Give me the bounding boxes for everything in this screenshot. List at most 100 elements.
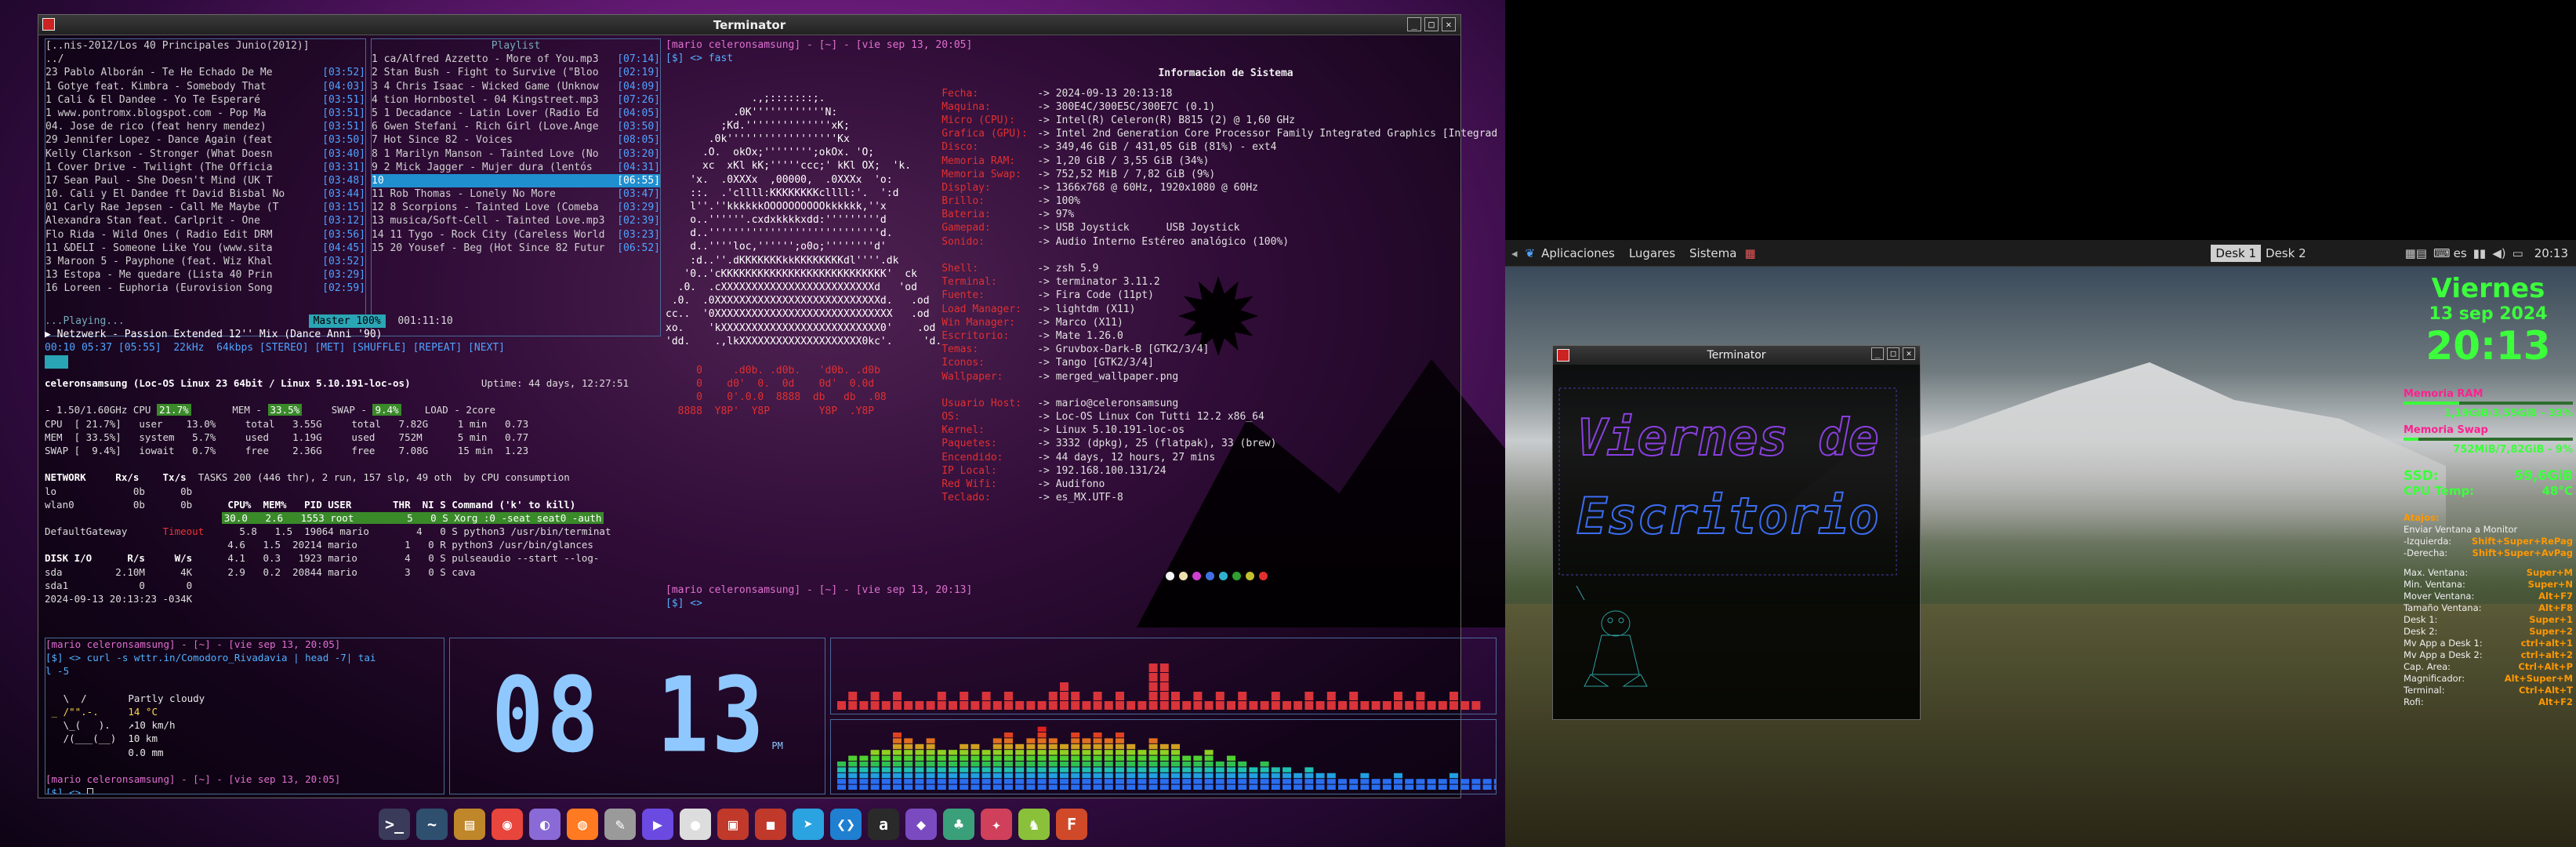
- process-row[interactable]: 4.6 1.5 20214 mario 1 0 R python3 /usr/b…: [222, 539, 593, 551]
- file-duration: [03:51]: [322, 93, 365, 106]
- file-duration: [03:51]: [322, 107, 365, 119]
- playlist-item[interactable]: [04:09] 3 4 Chris Isaac - Wicked Game (Un…: [372, 80, 660, 93]
- minimize-button[interactable]: _: [1407, 17, 1421, 31]
- playlist-item[interactable]: [03:47] 11 Rob Thomas - Lonely No More: [372, 187, 660, 201]
- cursor: [86, 787, 93, 794]
- playlist-item[interactable]: [07:14] 1 ca/Alfred Azzetto - More of You…: [372, 53, 660, 66]
- playlist-item[interactable]: [03:29] 12 8 Scorpions - Tainted Love (Co…: [372, 201, 660, 214]
- shell-prompt: [mario celeronsamsung] - [~] - [vie sep …: [45, 638, 341, 650]
- file-list-item[interactable]: [02:59] 16 Loreen - Euphoria (Eurovision …: [45, 282, 365, 295]
- terminal-icon[interactable]: >_: [379, 809, 410, 840]
- keyboard-icon[interactable]: ⌨: [2433, 246, 2451, 260]
- window-titlebar[interactable]: Terminator _ □ ✕: [1553, 346, 1920, 365]
- progress-bar[interactable]: [45, 354, 68, 369]
- terminator-window-secondary[interactable]: Terminator _ □ ✕ Viernes de Escritorio: [1552, 345, 1921, 720]
- menu-aplicaciones[interactable]: Aplicaciones: [1541, 246, 1615, 260]
- playlist-item[interactable]: [04:31] 9 2 Mick Jagger - Mujer dura (len…: [372, 161, 660, 174]
- system-monitor-icon[interactable]: ~: [416, 809, 448, 840]
- telegram-icon[interactable]: ➤: [793, 809, 824, 840]
- shortcut-row: Mv App a Desk 1: ctrl+alt+1: [2404, 638, 2573, 649]
- window-titlebar[interactable]: Terminator _ □ ✕: [38, 15, 1460, 35]
- webcam-icon[interactable]: ●: [680, 809, 711, 840]
- close-button[interactable]: ✕: [1903, 347, 1915, 360]
- file-list-item[interactable]: [03:51] 1 www.pontromx.blogspot.com - Pop…: [45, 107, 365, 120]
- archive-icon[interactable]: ▣: [717, 809, 749, 840]
- playlist-item[interactable]: [08:05] 7 Hot Since 82 - Voices: [372, 133, 660, 147]
- close-button[interactable]: ✕: [1442, 17, 1456, 31]
- amazon-icon[interactable]: a: [868, 809, 899, 840]
- playlist-item[interactable]: [02:39] 13 musica/Soft-Cell - Tainted Lov…: [372, 214, 660, 227]
- terminator-window-main[interactable]: Terminator _ □ ✕ [..nis-2012/Los 40 Prin…: [38, 14, 1497, 798]
- maximize-button[interactable]: □: [1887, 347, 1899, 360]
- panel-arrow-icon[interactable]: ◂: [1511, 246, 1518, 260]
- file-list-item[interactable]: [03:51] 1 Cali & El Dandee - Yo Te Espera…: [45, 93, 365, 107]
- file-list-item[interactable]: [03:40] Kelly Clarkson - Stronger (What D…: [45, 147, 365, 161]
- playlist-item[interactable]: [03:50] 6 Gwen Stefani - Rich Girl (Love.…: [372, 120, 660, 133]
- cava-bar-segment: [1071, 784, 1080, 790]
- menu-sistema[interactable]: Sistema: [1689, 246, 1736, 260]
- menu-logo-icon[interactable]: ❦: [1526, 246, 1536, 260]
- workspace-desk-2[interactable]: Desk 2: [2261, 245, 2311, 262]
- screen-recorder-icon[interactable]: ◼: [755, 809, 786, 840]
- cat-app-icon[interactable]: ♞: [1018, 809, 1050, 840]
- playlist-pane[interactable]: Playlist [07:14] 1 ca/Alfred Azzetto - Mo…: [371, 38, 661, 336]
- chrome-icon[interactable]: ◉: [492, 809, 523, 840]
- cava-bar-segment: [1449, 779, 1458, 784]
- process-row[interactable]: 2.9 0.2 20844 mario 3 0 S cava: [222, 566, 475, 578]
- terminator-app-icon: [1557, 349, 1569, 362]
- cava-bar-segment: [1004, 750, 1013, 755]
- menu-lugares[interactable]: Lugares: [1629, 246, 1675, 260]
- file-list-item[interactable]: [03:15] 01 Carly Rae Jepsen - Call Me May…: [45, 201, 365, 214]
- notes-icon[interactable]: ▤: [454, 809, 485, 840]
- calendar-launcher-icon[interactable]: ▦: [1744, 246, 1755, 260]
- volume-icon[interactable]: ◀): [2492, 246, 2505, 260]
- process-row[interactable]: 4.1 0.3 1923 mario 4 0 S pulseaudio --st…: [222, 552, 599, 564]
- browser-icon[interactable]: ◐: [529, 809, 561, 840]
- firefox-icon[interactable]: ◍: [567, 809, 598, 840]
- master-volume[interactable]: Master 100%: [308, 314, 386, 329]
- file-list-item[interactable]: [03:50] 29 Jennifer Lopez - Dance Again (…: [45, 133, 365, 147]
- cava-bar-segment: [848, 755, 858, 761]
- maximize-button[interactable]: □: [1424, 17, 1439, 31]
- playlist-item[interactable]: [06:52] 15 20 Yousef - Beg (Hot Since 82 …: [372, 242, 660, 255]
- office-icon[interactable]: F: [1056, 809, 1087, 840]
- playlist-item[interactable]: [06:55] 10: [372, 173, 660, 188]
- media-player-icon[interactable]: ▶: [642, 809, 673, 840]
- playlist-item[interactable]: [02:19] 2 Stan Bush - Fight to Survive ("…: [372, 66, 660, 79]
- file-list-item[interactable]: [03:52] 23 Pablo Alborán - Te He Echado D…: [45, 66, 365, 79]
- shortcut-action: Enviar Ventana a Monitor: [2404, 524, 2518, 535]
- keyboard-layout[interactable]: es: [2454, 246, 2467, 260]
- file-list-item[interactable]: [03:31] 1 Cover Drive - Twilight (The Off…: [45, 161, 365, 174]
- playlist-item[interactable]: [03:20] 8 1 Marilyn Manson - Tainted Love…: [372, 147, 660, 161]
- file-list-item[interactable]: [04:45] 11 &DELI - Someone Like You (www.…: [45, 242, 365, 255]
- file-list-item[interactable]: [03:48] 17 Sean Paul - She Doesn't Mind (…: [45, 174, 365, 187]
- tray-window-list-icon[interactable]: ▦▤: [2405, 246, 2427, 260]
- file-list-item[interactable]: [03:44] 10. Cali y El Dandee ft David Bis…: [45, 187, 365, 201]
- music-file-browser-pane[interactable]: [..nis-2012/Los 40 Principales Junio(201…: [45, 38, 366, 336]
- minimize-button[interactable]: _: [1871, 347, 1884, 360]
- shortcut-row: Max. Ventana: Super+M: [2404, 567, 2573, 579]
- game-icon[interactable]: ♣: [943, 809, 974, 840]
- workspace-desk-1[interactable]: Desk 1: [2211, 244, 2262, 262]
- file-list-item[interactable]: [03:29] 13 Estopa - Me quedare (Lista 40 …: [45, 268, 365, 282]
- file-list-item[interactable]: [04:03] 1 Gotye feat. Kimbra - Somebody T…: [45, 80, 365, 93]
- battery-icon[interactable]: ▭: [2513, 246, 2523, 260]
- gem-icon[interactable]: ✦: [981, 809, 1012, 840]
- playlist-item[interactable]: [07:26] 4 tion Hornbostel - 04 Kingstreet…: [372, 93, 660, 107]
- text-editor-icon[interactable]: ✎: [604, 809, 636, 840]
- file-list-item[interactable]: [03:12] Alexandra Stan feat. Carlprit - O…: [45, 214, 365, 227]
- playlist-item[interactable]: [04:05] 5 1 Decadance - Latin Lover (Radi…: [372, 107, 660, 120]
- shell-input[interactable]: [$] <>: [666, 597, 972, 610]
- playlist-item[interactable]: [03:23] 14 11 Tygo - Rock City (Careless …: [372, 228, 660, 242]
- process-row[interactable]: 30.0 2.6 1553 root 5 0 S Xorg :0 -seat s…: [221, 511, 604, 524]
- shell-input[interactable]: [$] <>: [45, 787, 444, 794]
- vscode-icon[interactable]: ❮❯: [830, 809, 862, 840]
- file-list-item[interactable]: [03:51] 04. Jose de rico (feat henry mend…: [45, 120, 365, 133]
- file-list-item[interactable]: ../: [45, 53, 365, 66]
- process-row[interactable]: 5.8 1.5 19064 mario 4 0 S python3 /usr/b…: [234, 525, 611, 537]
- file-list-item[interactable]: [03:52] 3 Maroon 5 - Payphone (feat. Wiz …: [45, 255, 365, 268]
- network-icon[interactable]: ▮▮: [2473, 246, 2487, 260]
- crystal-icon[interactable]: ◆: [905, 809, 937, 840]
- file-list-item[interactable]: [03:56] Flo Rida - Wild Ones ( Radio Edit…: [45, 228, 365, 242]
- panel-clock[interactable]: 20:13: [2534, 246, 2568, 260]
